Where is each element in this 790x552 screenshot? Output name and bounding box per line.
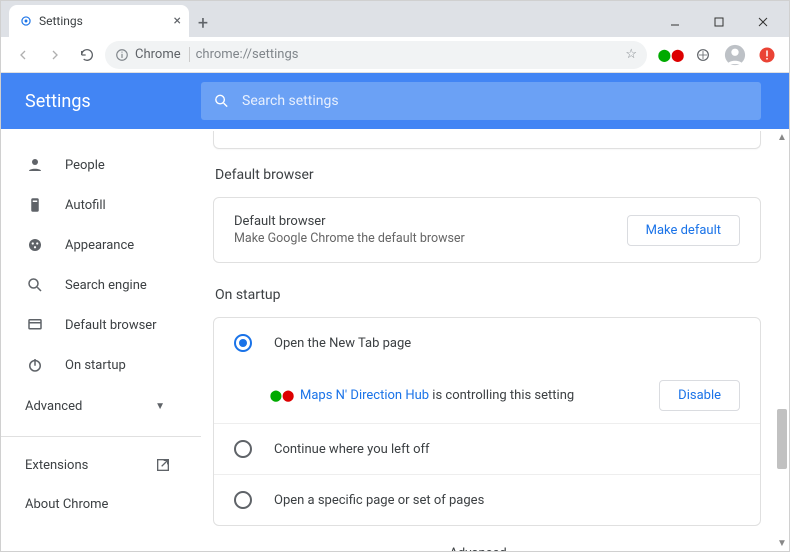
reload-button[interactable] xyxy=(73,41,101,69)
sidebar-item-appearance[interactable]: Appearance xyxy=(1,225,201,265)
sidebar-advanced-toggle[interactable]: Advanced ▼ xyxy=(1,385,201,428)
open-external-icon xyxy=(153,455,173,475)
sidebar-item-label: On startup xyxy=(65,358,126,373)
window-titlebar: Settings × + xyxy=(1,1,789,37)
extension-pin-icon[interactable]: ⬤⬤ xyxy=(657,41,685,69)
omnibox-chip: Chrome xyxy=(135,47,190,62)
people-icon xyxy=(25,155,45,175)
forward-button[interactable] xyxy=(41,41,69,69)
new-tab-button[interactable]: + xyxy=(189,9,217,37)
sidebar-advanced-label: Advanced xyxy=(25,399,82,414)
chevron-down-icon: ▼ xyxy=(515,549,525,551)
page-title: Settings xyxy=(1,91,201,112)
settings-header: Settings xyxy=(1,73,789,129)
settings-main: Default browser Default browser Make Goo… xyxy=(201,129,789,551)
extension-controlling-text: is controlling this setting xyxy=(429,388,574,403)
footer-advanced-toggle[interactable]: Advanced ▼ xyxy=(213,546,761,551)
previous-section-edge xyxy=(213,131,761,149)
sidebar-item-about[interactable]: About Chrome xyxy=(1,485,201,524)
default-browser-row-title: Default browser xyxy=(234,214,627,229)
star-icon[interactable]: ☆ xyxy=(625,47,637,62)
radio-icon[interactable] xyxy=(234,440,252,458)
startup-option-new-tab[interactable]: Open the New Tab page xyxy=(214,318,760,368)
scroll-down-arrow[interactable]: ▼ xyxy=(776,537,788,549)
startup-option-continue[interactable]: Continue where you left off xyxy=(214,424,760,474)
startup-option-specific-pages[interactable]: Open a specific page or set of pages xyxy=(214,475,760,525)
sidebar-item-default-browser[interactable]: Default browser xyxy=(1,305,201,345)
sidebar-item-autofill[interactable]: Autofill xyxy=(1,185,201,225)
window-close-button[interactable] xyxy=(741,7,785,37)
section-title-startup: On startup xyxy=(215,287,761,303)
back-button[interactable] xyxy=(9,41,37,69)
search-engine-icon xyxy=(25,275,45,295)
radio-icon[interactable] xyxy=(234,491,252,509)
window-minimize-button[interactable] xyxy=(653,7,697,37)
startup-option-label: Open a specific page or set of pages xyxy=(274,493,484,508)
extension-name-link[interactable]: Maps N' Direction Hub xyxy=(300,388,429,403)
alert-icon[interactable] xyxy=(753,41,781,69)
browser-tab[interactable]: Settings × xyxy=(9,5,189,37)
sidebar-item-people[interactable]: People xyxy=(1,145,201,185)
sidebar-item-label: Autofill xyxy=(65,198,106,213)
extension-controlling-notice: ⬤⬤ Maps N' Direction Hub is controlling … xyxy=(214,368,760,423)
section-title-default-browser: Default browser xyxy=(215,167,761,183)
sidebar-item-label: Search engine xyxy=(65,278,147,293)
sidebar-item-on-startup[interactable]: On startup xyxy=(1,345,201,385)
default-browser-row-sub: Make Google Chrome the default browser xyxy=(234,231,627,246)
default-browser-icon xyxy=(25,315,45,335)
extension-app-icon: ⬤⬤ xyxy=(274,388,290,404)
power-icon xyxy=(25,355,45,375)
sidebar-item-search-engine[interactable]: Search engine xyxy=(1,265,201,305)
startup-card: Open the New Tab page ⬤⬤ Maps N' Directi… xyxy=(213,317,761,526)
window-maximize-button[interactable] xyxy=(697,7,741,37)
tab-favicon xyxy=(19,14,33,28)
default-browser-card: Default browser Make Google Chrome the d… xyxy=(213,197,761,263)
footer-advanced-label: Advanced xyxy=(449,546,506,551)
address-bar[interactable]: Chrome chrome://settings ☆ xyxy=(105,41,647,69)
disable-extension-button[interactable]: Disable xyxy=(659,380,740,411)
startup-option-label: Continue where you left off xyxy=(274,442,430,457)
scroll-thumb[interactable] xyxy=(777,409,787,469)
omnibox-url: chrome://settings xyxy=(196,47,299,62)
settings-search-input[interactable] xyxy=(242,93,749,109)
autofill-icon xyxy=(25,195,45,215)
settings-sidebar: People Autofill Appearance Search engine… xyxy=(1,129,201,551)
tab-close-icon[interactable]: × xyxy=(174,13,181,29)
search-icon xyxy=(213,92,230,110)
browser-toolbar: Chrome chrome://settings ☆ ⬤⬤ xyxy=(1,37,789,73)
sidebar-item-extensions[interactable]: Extensions xyxy=(1,445,201,485)
sidebar-item-label: Default browser xyxy=(65,318,157,333)
appearance-icon xyxy=(25,235,45,255)
radio-selected-icon[interactable] xyxy=(234,334,252,352)
sidebar-extensions-label: Extensions xyxy=(25,458,88,473)
settings-search[interactable] xyxy=(201,82,761,120)
chevron-down-icon: ▼ xyxy=(155,401,165,412)
startup-option-label: Open the New Tab page xyxy=(274,336,411,351)
sidebar-item-label: Appearance xyxy=(65,238,134,253)
sidebar-about-label: About Chrome xyxy=(25,497,108,512)
scroll-up-arrow[interactable]: ▲ xyxy=(776,131,788,143)
make-default-button[interactable]: Make default xyxy=(627,215,740,246)
info-icon xyxy=(115,48,129,62)
extension-shield-icon[interactable] xyxy=(689,41,717,69)
tab-title: Settings xyxy=(39,14,83,28)
sidebar-item-label: People xyxy=(65,158,105,173)
profile-avatar-icon[interactable] xyxy=(721,41,749,69)
vertical-scrollbar[interactable]: ▲ ▼ xyxy=(775,129,789,551)
